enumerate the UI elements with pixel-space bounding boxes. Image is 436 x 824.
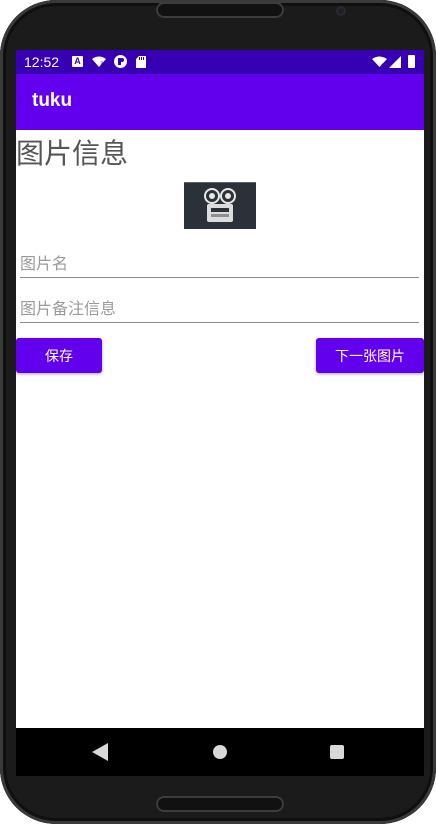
sd-card-icon [136,56,146,68]
recent-apps-icon[interactable] [330,745,344,759]
wifi-x-icon [372,56,387,68]
navigation-bar [16,728,424,776]
image-note-input[interactable] [20,289,419,323]
battery-icon [408,55,415,68]
save-button[interactable]: 保存 [16,338,102,373]
device-frame: 12:52 A ? tuku 图片信息 图片名 图片备注信息 保存 下一张图片 [0,0,436,824]
camera-device-icon [204,188,236,222]
svg-text:?: ? [100,61,103,68]
home-icon[interactable] [213,745,227,759]
a-notification-icon: A [72,56,83,67]
app-title: tuku [32,90,73,111]
front-camera [336,6,346,16]
device-screen: 12:52 A ? tuku 图片信息 图片名 图片备注信息 保存 下一张图片 [16,50,424,776]
bottom-speaker [156,796,284,812]
status-bar: 12:52 A ? [16,50,424,74]
wifi-question-icon: ? [92,56,106,68]
app-bar: tuku [16,74,424,130]
image-name-input[interactable] [20,244,419,278]
page-heading: 图片信息 [16,137,129,170]
back-icon[interactable] [92,743,108,765]
cell-signal-icon [389,56,401,68]
earpiece-speaker [156,2,284,18]
next-image-button[interactable]: 下一张图片 [316,338,424,373]
status-time: 12:52 [24,54,60,70]
image-preview [184,182,256,229]
circle-app-icon [114,55,127,68]
